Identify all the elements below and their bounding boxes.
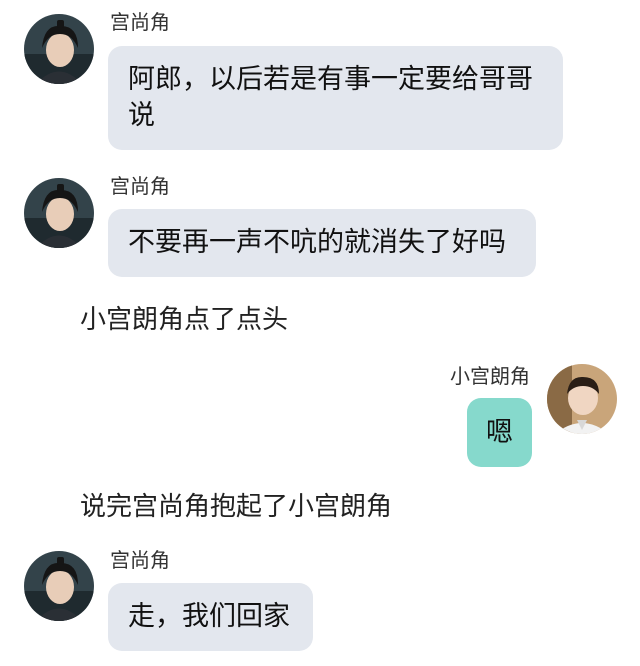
sender-name: 宫尚角 xyxy=(110,174,170,198)
avatar-xiao-gong-langjue[interactable] xyxy=(547,364,617,434)
message-bubble[interactable]: 阿郎，以后若是有事一定要给哥哥说 xyxy=(108,46,563,150)
avatar-gong-shangjue[interactable] xyxy=(24,14,94,84)
narration-text: 说完宫尚角抱起了小宫朗角 xyxy=(80,492,393,522)
narration-text: 小宫朗角点了点头 xyxy=(80,305,289,335)
dark-haired-man-avatar-icon xyxy=(24,551,94,621)
message-bubble[interactable]: 嗯 xyxy=(467,398,532,467)
dark-haired-man-avatar-icon xyxy=(24,14,94,84)
avatar-gong-shangjue[interactable] xyxy=(24,551,94,621)
sender-name: 宫尚角 xyxy=(110,10,170,34)
young-boy-avatar-icon xyxy=(547,364,617,434)
sender-name: 宫尚角 xyxy=(110,548,170,572)
avatar-gong-shangjue[interactable] xyxy=(24,178,94,248)
sender-name: 小宫朗角 xyxy=(450,364,530,388)
message-bubble[interactable]: 不要再一声不吭的就消失了好吗 xyxy=(108,209,536,277)
message-bubble[interactable]: 走，我们回家 xyxy=(108,583,313,651)
dark-haired-man-avatar-icon xyxy=(24,178,94,248)
